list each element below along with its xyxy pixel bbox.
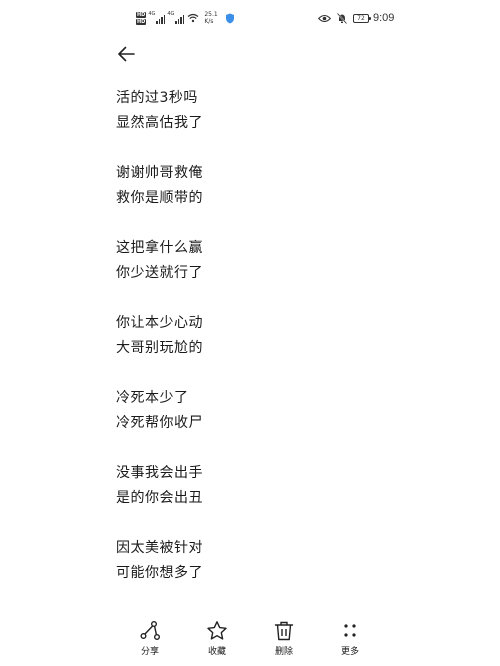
poem-line: 显然高估我了 [116,115,203,131]
poem-line: 没事我会出手 [116,465,203,481]
status-bar-right: 72 9:09 [318,9,394,27]
poem-line: 冷死帮你收尸 [116,415,203,431]
poem-line: 冷死本少了 [116,390,189,406]
poem-line: 救你是顺带的 [116,190,203,206]
stanza: 冷死本少了 冷死帮你收尸 [116,386,416,436]
stanza: 谢谢帅哥救俺 救你是顺带的 [116,161,416,211]
star-icon [207,621,227,640]
more-dots-icon [344,624,356,637]
share-button[interactable]: 分享 [125,620,175,657]
bottom-toolbar: 分享 收藏 删除 更多 [0,620,500,666]
network-speed: 25.1 K/s [204,11,217,25]
status-bar-left: HD HD 4G 4G 25.1 K/s [136,8,235,28]
stanza: 没事我会出手 是的你会出丑 [116,461,416,511]
poem-line: 活的过3秒吗 [116,90,198,106]
signal-strength-2-icon: 4G [167,10,185,24]
trash-icon [274,621,294,641]
stanza: 这把拿什么赢 你少送就行了 [116,236,416,286]
signal-strength-1-icon: 4G [148,10,166,24]
network-speed-value: 25.1 [204,11,218,18]
poem-line: 你少送就行了 [116,265,203,281]
shield-icon [225,13,234,23]
more-label: 更多 [340,647,359,657]
sim-badges: HD HD [136,11,147,25]
status-clock: 9:09 [373,12,395,24]
poem-content: 活的过3秒吗 显然高估我了 谢谢帅哥救俺 救你是顺带的 这把拿什么赢 你少送就行… [116,86,416,611]
arrow-left-icon [118,46,135,62]
stanza: 因太美被针对 可能你想多了 [116,536,416,586]
share-label: 分享 [140,647,159,657]
delete-label: 删除 [274,647,293,657]
battery-icon: 72 [353,13,371,23]
poem-line: 你让本少心动 [116,315,203,331]
favorite-button[interactable]: 收藏 [192,620,242,657]
sim2-hd-badge: HD [136,18,147,25]
eye-icon [318,14,331,22]
wifi-icon [187,13,199,23]
stanza: 你让本少心动 大哥别玩尬的 [116,311,416,361]
favorite-label: 收藏 [207,647,226,657]
signal2-label: 4G [167,10,175,17]
signal1-label: 4G [148,10,156,17]
poem-line: 是的你会出丑 [116,490,203,506]
stanza: 活的过3秒吗 显然高估我了 [116,86,416,136]
sim1-hd-badge: HD [136,11,147,18]
poem-line: 因太美被针对 [116,540,203,556]
share-icon [140,621,160,640]
delete-button[interactable]: 删除 [259,620,309,657]
more-button[interactable]: 更多 [325,620,375,657]
poem-line: 这把拿什么赢 [116,240,203,256]
battery-level: 72 [357,14,365,22]
poem-line: 谢谢帅哥救俺 [116,165,203,181]
notifications-muted-icon [337,12,347,24]
poem-line: 可能你想多了 [116,565,203,581]
back-button[interactable] [112,40,140,68]
poem-line: 大哥别玩尬的 [116,340,203,356]
network-speed-unit: K/s [204,18,214,25]
status-bar: HD HD 4G 4G 25.1 K/s 72 9:09 [0,0,500,36]
